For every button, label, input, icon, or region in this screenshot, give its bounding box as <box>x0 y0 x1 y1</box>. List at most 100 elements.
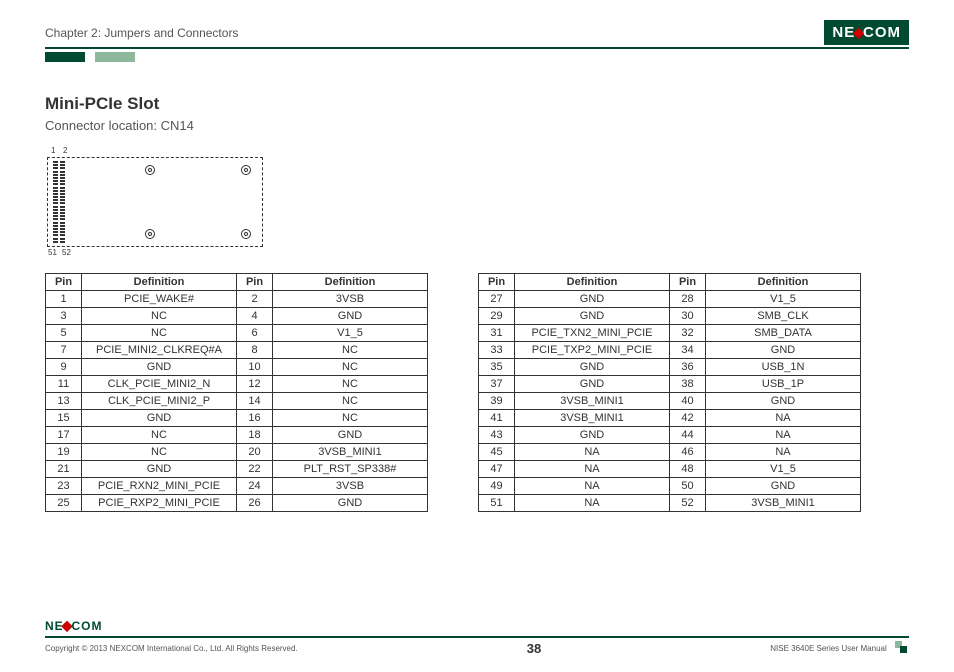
table-row: 47NA48V1_5 <box>479 461 861 478</box>
footer-logo: NE ◆ COM <box>45 617 102 634</box>
cell-pin: 51 <box>479 495 515 512</box>
cell-def: NA <box>706 427 861 444</box>
cell-pin: 22 <box>237 461 273 478</box>
table-row: 23PCIE_RXN2_MINI_PCIE243VSB <box>46 478 428 495</box>
table-row: 43GND44NA <box>479 427 861 444</box>
cell-pin: 18 <box>237 427 273 444</box>
cell-pin: 19 <box>46 444 82 461</box>
cell-pin: 34 <box>670 342 706 359</box>
header-accent <box>45 52 909 62</box>
pin-label-1: 1 <box>51 146 55 155</box>
cell-pin: 52 <box>670 495 706 512</box>
cell-pin: 46 <box>670 444 706 461</box>
cell-def: NA <box>706 410 861 427</box>
footer-rule <box>45 636 909 638</box>
table-row: 393VSB_MINI140GND <box>479 393 861 410</box>
cell-def: GND <box>515 359 670 376</box>
manual-name-wrap: NISE 3640E Series User Manual <box>770 644 909 653</box>
cell-pin: 44 <box>670 427 706 444</box>
mount-hole-icon <box>241 229 251 239</box>
pin-rows <box>53 161 67 243</box>
cell-pin: 15 <box>46 410 82 427</box>
cell-pin: 35 <box>479 359 515 376</box>
cell-pin: 24 <box>237 478 273 495</box>
cell-pin: 50 <box>670 478 706 495</box>
table-row: 1PCIE_WAKE#23VSB <box>46 291 428 308</box>
cell-pin: 6 <box>237 325 273 342</box>
cell-def: PCIE_RXP2_MINI_PCIE <box>82 495 237 512</box>
cell-pin: 2 <box>237 291 273 308</box>
cell-pin: 42 <box>670 410 706 427</box>
cell-def: GND <box>82 410 237 427</box>
table-row: 29GND30SMB_CLK <box>479 308 861 325</box>
footer-logo-right: COM <box>71 619 102 633</box>
table-row: 33PCIE_TXP2_MINI_PCIE34GND <box>479 342 861 359</box>
cell-def: GND <box>515 308 670 325</box>
cell-pin: 20 <box>237 444 273 461</box>
table-row: 49NA50GND <box>479 478 861 495</box>
cell-pin: 23 <box>46 478 82 495</box>
logo-text-left: NE <box>832 24 855 41</box>
th-def: Definition <box>82 274 237 291</box>
cell-def: GND <box>273 495 428 512</box>
copyright-text: Copyright © 2013 NEXCOM International Co… <box>45 644 298 653</box>
cell-def: 3VSB_MINI1 <box>515 410 670 427</box>
cell-pin: 38 <box>670 376 706 393</box>
cell-pin: 10 <box>237 359 273 376</box>
table-row: 17NC18GND <box>46 427 428 444</box>
cell-def: V1_5 <box>706 291 861 308</box>
cell-def: GND <box>706 393 861 410</box>
cell-def: NC <box>82 427 237 444</box>
th-pin: Pin <box>46 274 82 291</box>
cell-def: PCIE_TXP2_MINI_PCIE <box>515 342 670 359</box>
table-row: 15GND16NC <box>46 410 428 427</box>
table-row: 13CLK_PCIE_MINI2_P14NC <box>46 393 428 410</box>
pin-label-52: 52 <box>62 248 71 257</box>
cell-pin: 27 <box>479 291 515 308</box>
cell-pin: 40 <box>670 393 706 410</box>
table-row: 413VSB_MINI142NA <box>479 410 861 427</box>
table-row: 25PCIE_RXP2_MINI_PCIE26GND <box>46 495 428 512</box>
table-row: 7PCIE_MINI2_CLKREQ#A8NC <box>46 342 428 359</box>
cell-def: NA <box>515 444 670 461</box>
logo-text-right: COM <box>863 24 901 41</box>
cell-def: NC <box>273 393 428 410</box>
cell-def: PCIE_TXN2_MINI_PCIE <box>515 325 670 342</box>
table-row: 37GND38USB_1P <box>479 376 861 393</box>
cell-pin: 49 <box>479 478 515 495</box>
cell-pin: 17 <box>46 427 82 444</box>
cell-def: GND <box>515 376 670 393</box>
cell-pin: 29 <box>479 308 515 325</box>
footer-squares-icon <box>895 644 909 651</box>
table-row: 51NA523VSB_MINI1 <box>479 495 861 512</box>
cell-pin: 12 <box>237 376 273 393</box>
cell-def: NC <box>273 342 428 359</box>
cell-pin: 13 <box>46 393 82 410</box>
pin-table-left: Pin Definition Pin Definition 1PCIE_WAKE… <box>45 273 428 512</box>
table-row: 35GND36USB_1N <box>479 359 861 376</box>
mount-hole-icon <box>241 165 251 175</box>
mount-hole-icon <box>145 229 155 239</box>
cell-pin: 31 <box>479 325 515 342</box>
cell-def: SMB_DATA <box>706 325 861 342</box>
th-pin: Pin <box>670 274 706 291</box>
cell-def: CLK_PCIE_MINI2_P <box>82 393 237 410</box>
cell-pin: 30 <box>670 308 706 325</box>
cell-pin: 47 <box>479 461 515 478</box>
cell-pin: 41 <box>479 410 515 427</box>
cell-def: NC <box>82 325 237 342</box>
cell-pin: 8 <box>237 342 273 359</box>
cell-pin: 39 <box>479 393 515 410</box>
connector-diagram: 1 2 51 52 <box>45 147 265 257</box>
table-row: 45NA46NA <box>479 444 861 461</box>
cell-def: NA <box>515 478 670 495</box>
manual-name: NISE 3640E Series User Manual <box>770 644 887 653</box>
cell-def: GND <box>515 291 670 308</box>
header-rule <box>45 47 909 49</box>
cell-def: GND <box>82 359 237 376</box>
cell-def: 3VSB_MINI1 <box>515 393 670 410</box>
pin-table-right: Pin Definition Pin Definition 27GND28V1_… <box>478 273 861 512</box>
th-def: Definition <box>515 274 670 291</box>
table-row: 19NC203VSB_MINI1 <box>46 444 428 461</box>
cell-def: 3VSB_MINI1 <box>706 495 861 512</box>
